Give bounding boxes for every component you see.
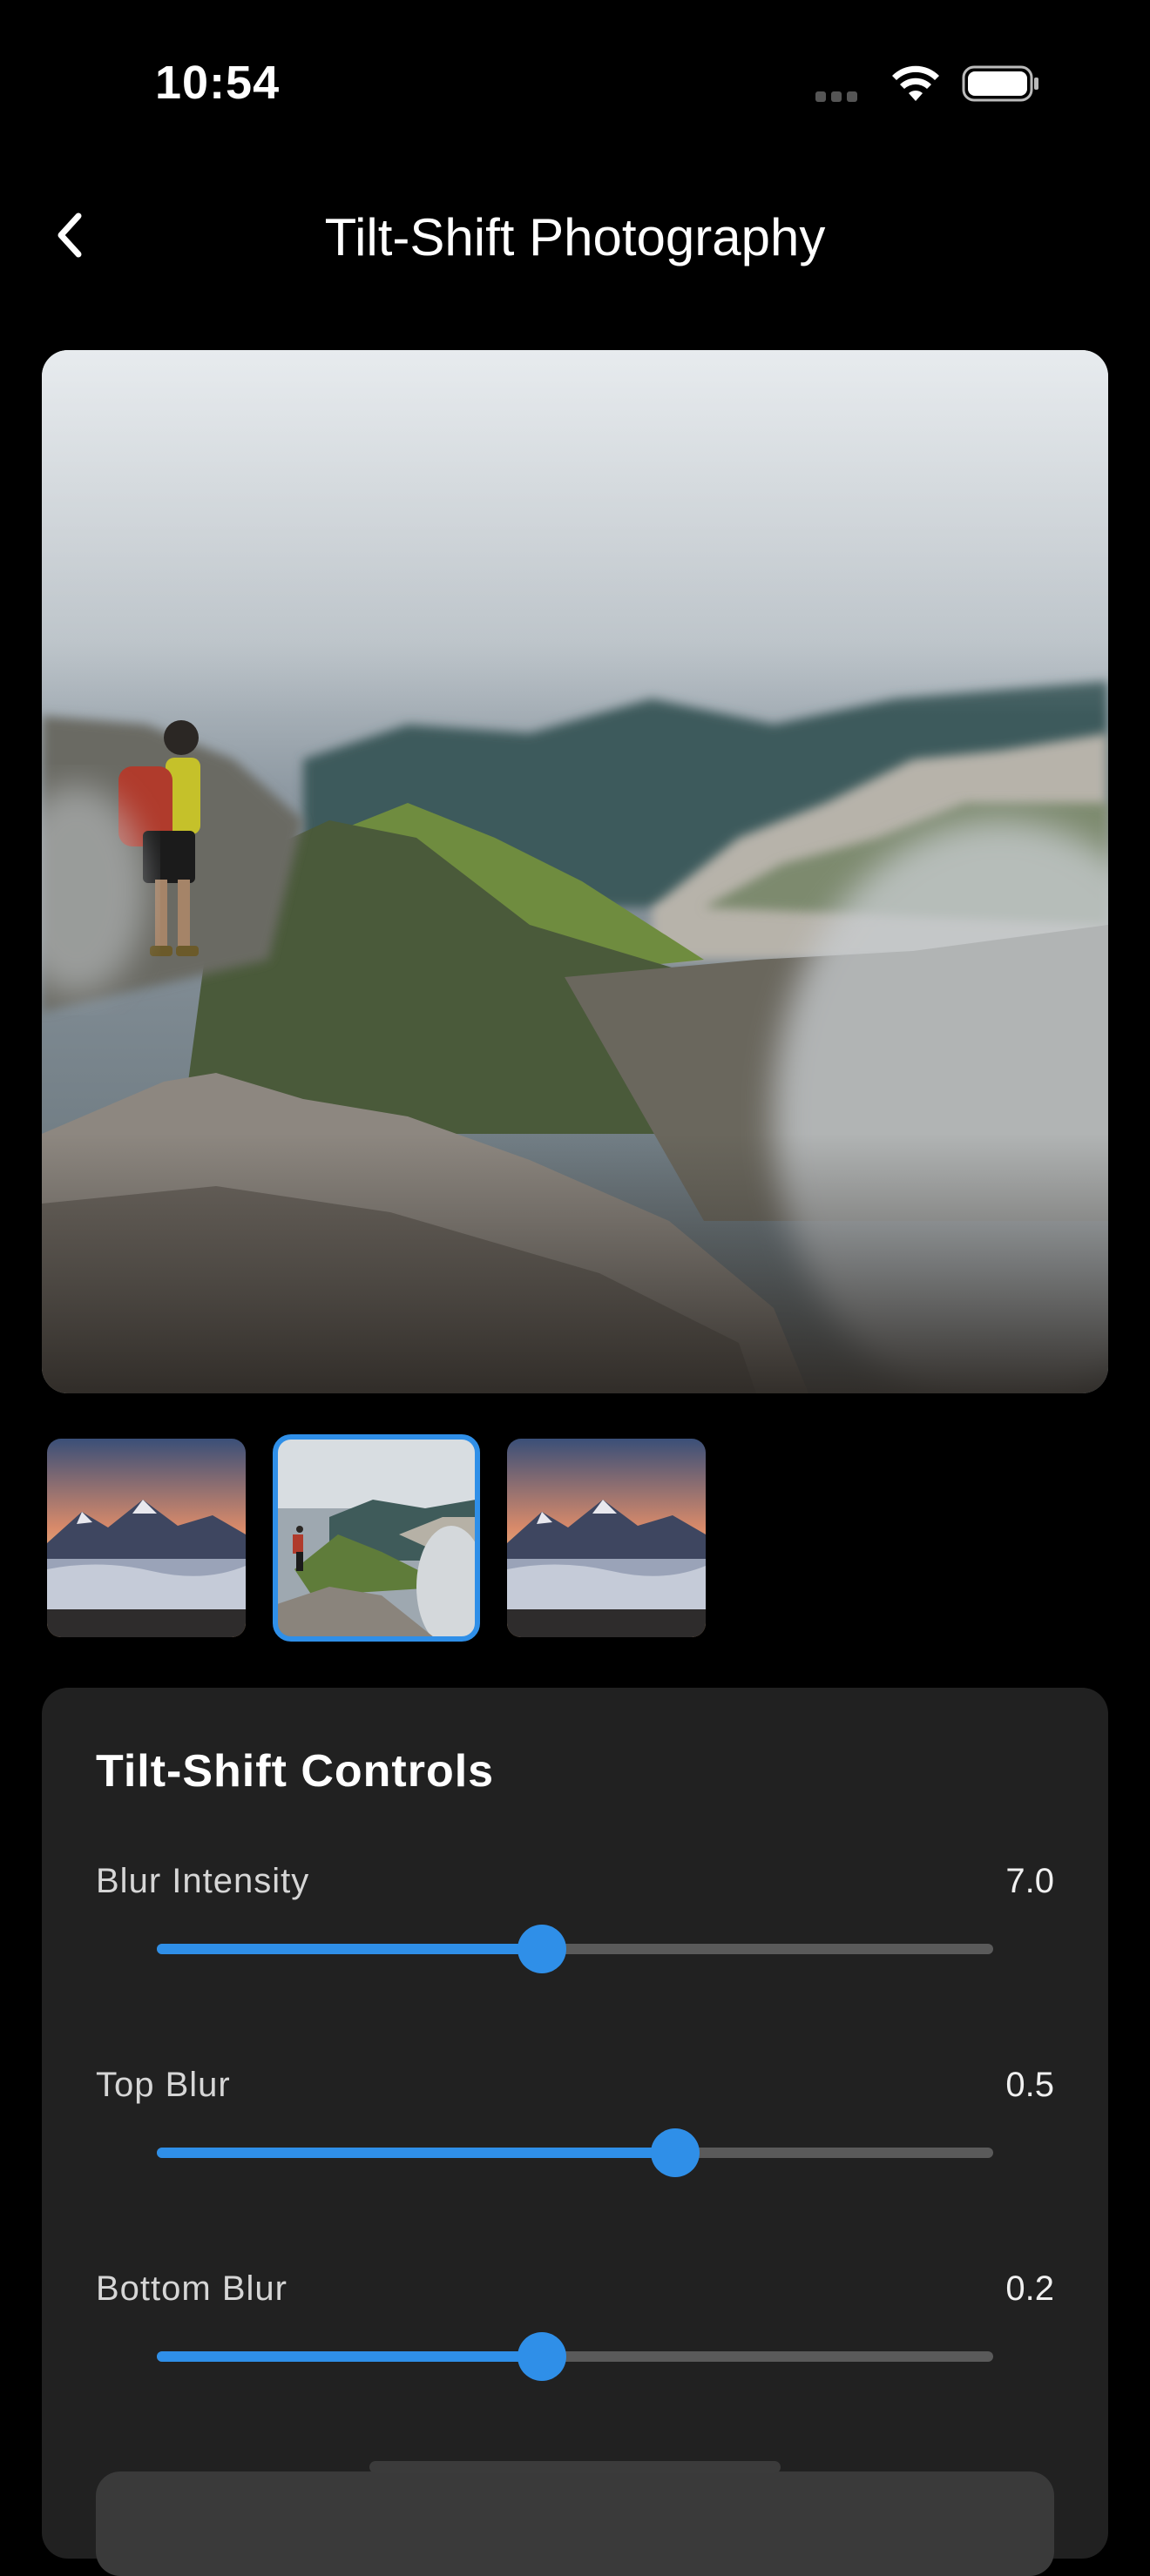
thumbnail-3[interactable] bbox=[507, 1439, 706, 1637]
slider-fill bbox=[157, 1944, 542, 1954]
status-time: 10:54 bbox=[155, 57, 281, 109]
panel-title: Tilt-Shift Controls bbox=[96, 1746, 495, 1797]
top-blur-control: Top Blur 0.5 bbox=[96, 2066, 1054, 2240]
slider-fill bbox=[157, 2148, 676, 2158]
home-indicator bbox=[369, 2461, 781, 2473]
top-blur-slider[interactable] bbox=[157, 2127, 993, 2179]
blur-intensity-value: 7.0 bbox=[1005, 1862, 1054, 1900]
apply-button[interactable] bbox=[96, 2471, 1054, 2576]
top-blur-label: Top Blur bbox=[96, 2066, 231, 2104]
slider-thumb[interactable] bbox=[517, 1925, 566, 1973]
status-bar: 10:54 bbox=[0, 0, 1150, 165]
bottom-blur-value: 0.2 bbox=[1005, 2269, 1054, 2308]
bottom-blur-slider[interactable] bbox=[157, 2330, 993, 2383]
slider-thumb[interactable] bbox=[517, 2332, 566, 2381]
tilt-shift-controls-panel: Tilt-Shift Controls Blur Intensity 7.0 T… bbox=[42, 1688, 1108, 2576]
slider-thumb[interactable] bbox=[651, 2128, 700, 2177]
cellular-signal-icon bbox=[815, 91, 873, 102]
battery-icon bbox=[962, 65, 1038, 102]
bottom-blur-control: Bottom Blur 0.2 bbox=[96, 2269, 1054, 2444]
bottom-blur-label: Bottom Blur bbox=[96, 2269, 288, 2308]
thumbnail-1[interactable] bbox=[47, 1439, 246, 1637]
navigation-bar: Tilt-Shift Photography bbox=[0, 165, 1150, 305]
top-blur-value: 0.5 bbox=[1005, 2066, 1054, 2104]
wifi-icon bbox=[892, 65, 939, 101]
page-title: Tilt-Shift Photography bbox=[324, 208, 826, 266]
slider-fill bbox=[157, 2351, 542, 2362]
photo-preview[interactable] bbox=[42, 350, 1108, 1393]
blur-intensity-label: Blur Intensity bbox=[96, 1862, 310, 1900]
thumbnail-2[interactable] bbox=[273, 1434, 480, 1642]
blur-intensity-slider[interactable] bbox=[157, 1923, 993, 1975]
blur-intensity-control: Blur Intensity 7.0 bbox=[96, 1862, 1054, 2036]
